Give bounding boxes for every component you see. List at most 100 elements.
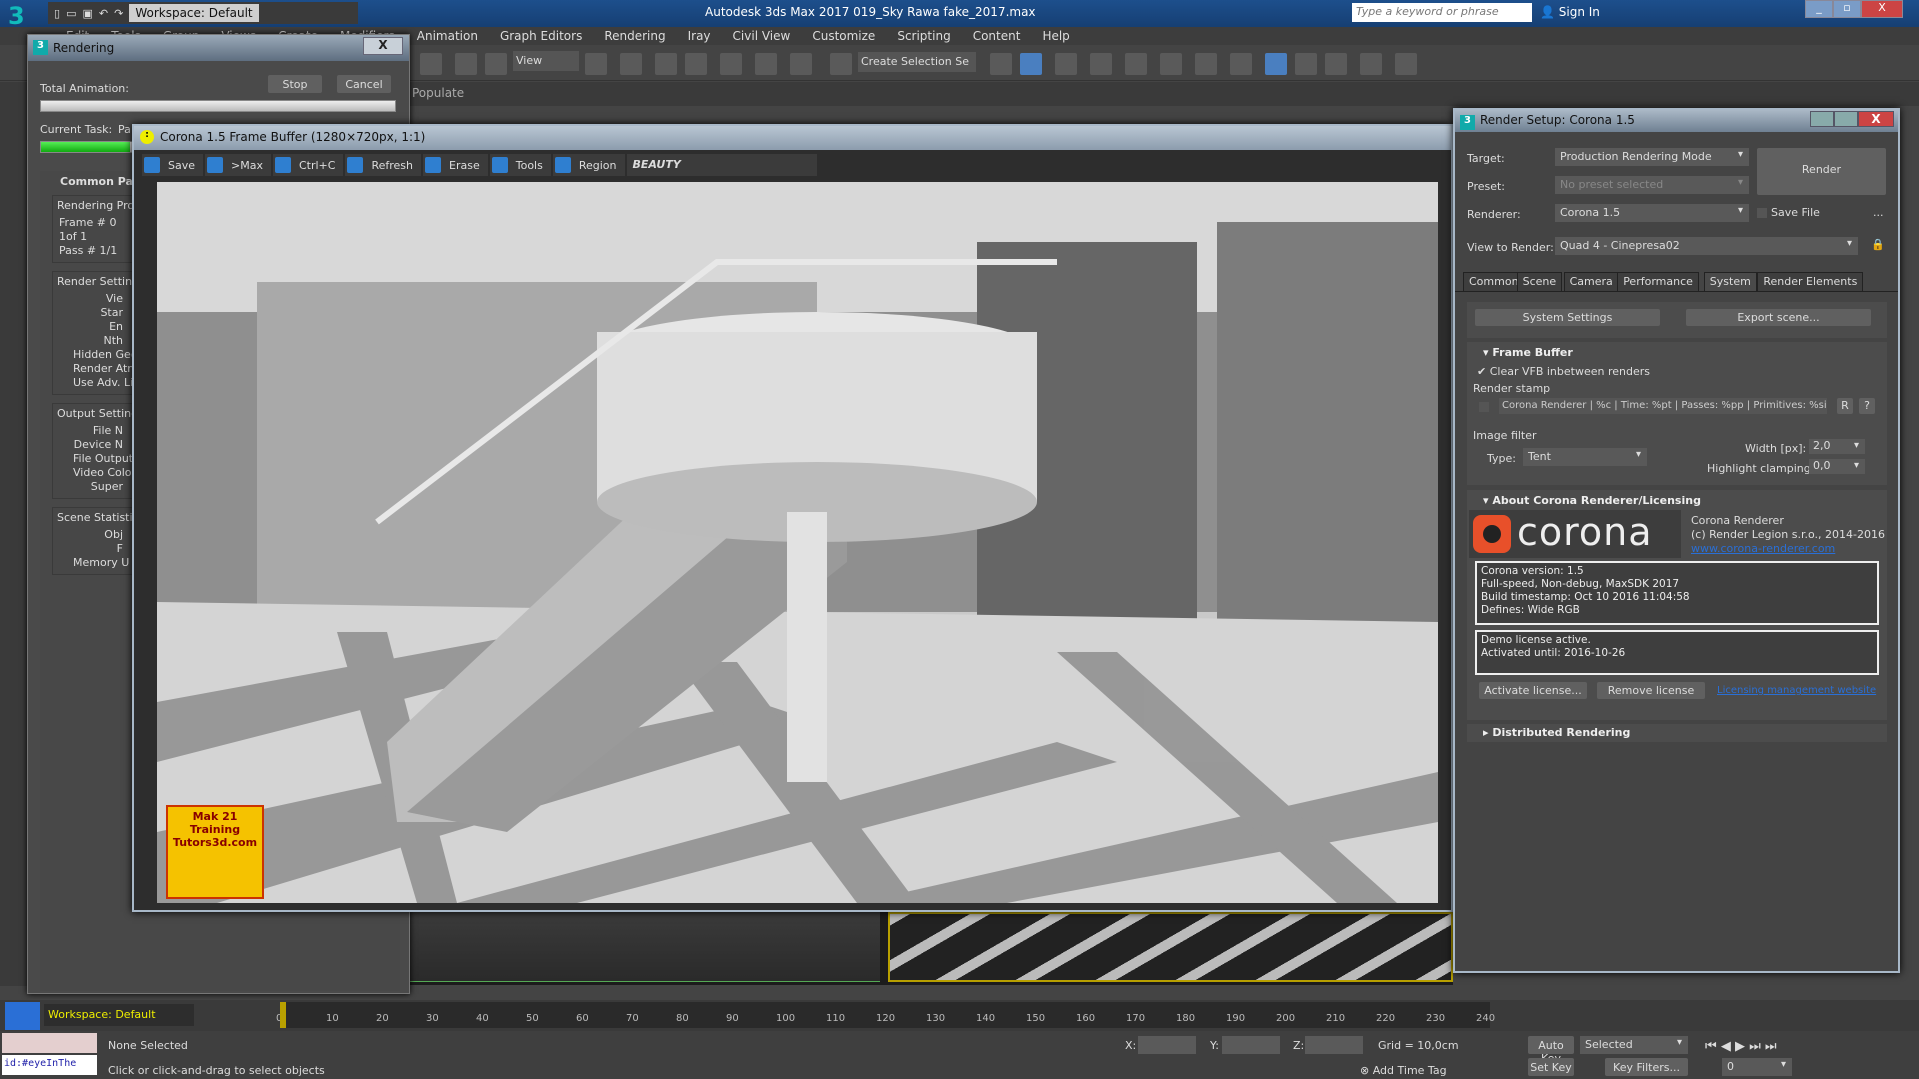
menu-graph-editors[interactable]: Graph Editors	[489, 27, 593, 45]
tab-system[interactable]: System	[1703, 272, 1757, 291]
sign-in-button[interactable]: 👤 Sign In	[1540, 5, 1600, 19]
add-time-tag-button[interactable]: ⊗ Add Time Tag	[1360, 1064, 1447, 1077]
vfb-save-button[interactable]: Save	[142, 154, 204, 176]
search-input[interactable]: Type a keyword or phrase	[1352, 3, 1532, 22]
maxscript-listener[interactable]	[2, 1033, 97, 1053]
undo-icon[interactable]: ↶	[99, 7, 108, 20]
menu-help[interactable]: Help	[1031, 27, 1080, 45]
menu-content[interactable]: Content	[962, 27, 1032, 45]
corona-website-link[interactable]: www.corona-renderer.com	[1691, 542, 1835, 555]
view-to-render-dropdown[interactable]: Quad 4 - Cinepresa02	[1555, 237, 1858, 255]
toolbar-tool-icon[interactable]	[755, 53, 777, 75]
menu-customize[interactable]: Customize	[801, 27, 886, 45]
menu-civil-view[interactable]: Civil View	[722, 27, 802, 45]
open-icon[interactable]: ▭	[66, 7, 76, 20]
close-button[interactable]: X	[1858, 111, 1894, 127]
tab-camera[interactable]: Camera	[1563, 272, 1619, 291]
frame-buffer-header[interactable]: ▾ Frame Buffer	[1467, 342, 1887, 359]
maximize-button[interactable]	[1834, 111, 1858, 127]
stamp-help-button[interactable]: ?	[1859, 398, 1875, 414]
time-slider-thumb[interactable]	[280, 1002, 286, 1028]
clear-vfb-checkbox[interactable]: ✔ Clear VFB inbetween renders	[1477, 365, 1650, 378]
menu-iray[interactable]: Iray	[677, 27, 722, 45]
vfb-ctrlc-button[interactable]: Ctrl+C	[272, 154, 344, 176]
new-icon[interactable]: ▯	[54, 7, 60, 20]
workspace-dropdown[interactable]: Workspace: Default	[129, 4, 259, 22]
toolbar-tool-icon[interactable]	[1265, 53, 1287, 75]
tab-performance[interactable]: Performance	[1617, 272, 1699, 291]
vfb-refresh-button[interactable]: Refresh	[345, 154, 422, 176]
toolbar-tool-icon[interactable]	[1020, 53, 1042, 75]
menu-scripting[interactable]: Scripting	[886, 27, 961, 45]
viewport-layout-button[interactable]	[5, 1002, 40, 1030]
workspace-indicator[interactable]: Workspace: Default	[44, 1004, 194, 1026]
app-logo[interactable]: 3	[8, 2, 32, 30]
render-button[interactable]: Render	[1757, 148, 1886, 195]
reference-coord-dropdown[interactable]: View	[513, 51, 579, 71]
stop-button[interactable]: Stop	[268, 75, 322, 93]
highlight-clamping-spinner[interactable]: 0,0	[1809, 459, 1865, 474]
vfb-tools-button[interactable]: Tools	[489, 154, 551, 176]
toolbar-tool-icon[interactable]	[1395, 53, 1417, 75]
licensing-management-link[interactable]: Licensing management website	[1717, 685, 1876, 696]
toolbar-tool-icon[interactable]	[1360, 53, 1382, 75]
tab-scene[interactable]: Scene	[1516, 272, 1563, 291]
close-button[interactable]: X	[1861, 0, 1903, 18]
distributed-rendering-rollout[interactable]: ▸ Distributed Rendering	[1467, 724, 1887, 742]
set-key-button[interactable]: Set Key	[1528, 1058, 1574, 1076]
viewport-area[interactable]	[410, 912, 1453, 985]
toolbar-tool-icon[interactable]	[1125, 53, 1147, 75]
toolbar-tool-icon[interactable]	[990, 53, 1012, 75]
toolbar-tool-icon[interactable]	[685, 53, 707, 75]
file-browse-button[interactable]: ...	[1873, 206, 1884, 219]
filter-type-dropdown[interactable]: Tent	[1523, 448, 1647, 466]
toolbar-tool-icon[interactable]	[455, 53, 477, 75]
filter-width-spinner[interactable]: 2,0	[1809, 439, 1865, 454]
toolbar-tool-icon[interactable]	[1195, 53, 1217, 75]
renderer-dropdown[interactable]: Corona 1.5	[1555, 204, 1749, 222]
cancel-button[interactable]: Cancel	[337, 75, 391, 93]
toolbar-tool-icon[interactable]	[1055, 53, 1077, 75]
tab-common[interactable]: Common	[1463, 272, 1525, 291]
tab-render-elements[interactable]: Render Elements	[1757, 272, 1864, 291]
y-coordinate-input[interactable]	[1222, 1036, 1280, 1054]
export-scene-button[interactable]: Export scene...	[1686, 309, 1871, 326]
x-coordinate-input[interactable]	[1138, 1036, 1196, 1054]
toolbar-tool-icon[interactable]	[420, 53, 442, 75]
toolbar-tool-icon[interactable]	[1325, 53, 1347, 75]
lock-icon[interactable]: 🔒	[1871, 238, 1885, 251]
menu-rendering[interactable]: Rendering	[593, 27, 676, 45]
render-stamp-input[interactable]: Corona Renderer | %c | Time: %pt | Passe…	[1499, 398, 1827, 414]
save-file-checkbox[interactable]	[1757, 208, 1767, 218]
toolbar-tool-icon[interactable]	[620, 53, 642, 75]
z-coordinate-input[interactable]	[1305, 1036, 1363, 1054]
key-mode-dropdown[interactable]: Selected	[1580, 1036, 1688, 1054]
populate-tab[interactable]: Populate	[412, 86, 464, 100]
maxscript-input[interactable]: id:#eyeInThe	[2, 1055, 97, 1075]
toolbar-tool-icon[interactable]	[790, 53, 812, 75]
about-header[interactable]: ▾ About Corona Renderer/Licensing	[1467, 490, 1887, 507]
toolbar-tool-icon[interactable]	[1230, 53, 1252, 75]
save-icon[interactable]: ▣	[82, 7, 92, 20]
remove-license-button[interactable]: Remove license	[1597, 682, 1705, 699]
render-stamp-checkbox[interactable]	[1479, 402, 1489, 412]
minimize-button[interactable]	[1810, 111, 1834, 127]
stamp-reset-button[interactable]: R	[1837, 398, 1853, 414]
channel-dropdown[interactable]: BEAUTY	[626, 154, 817, 176]
current-frame-spinner[interactable]: 0	[1722, 1058, 1792, 1076]
auto-key-button[interactable]: Auto Key	[1528, 1036, 1574, 1065]
toolbar-tool-icon[interactable]	[585, 53, 607, 75]
close-button[interactable]: X	[363, 37, 403, 55]
redo-icon[interactable]: ↷	[114, 7, 123, 20]
selection-set-dropdown[interactable]: Create Selection Se	[858, 52, 976, 72]
target-dropdown[interactable]: Production Rendering Mode	[1555, 148, 1749, 166]
toolbar-tool-icon[interactable]	[655, 53, 677, 75]
vfb-region-button[interactable]: Region	[552, 154, 625, 176]
vfb-erase-button[interactable]: Erase	[423, 154, 488, 176]
toolbar-tool-icon[interactable]	[720, 53, 742, 75]
system-settings-button[interactable]: System Settings	[1475, 309, 1660, 326]
toolbar-tool-icon[interactable]	[830, 53, 852, 75]
toolbar-tool-icon[interactable]	[1090, 53, 1112, 75]
vfb-max-button[interactable]: >Max	[205, 154, 271, 176]
activate-license-button[interactable]: Activate license...	[1479, 682, 1587, 699]
